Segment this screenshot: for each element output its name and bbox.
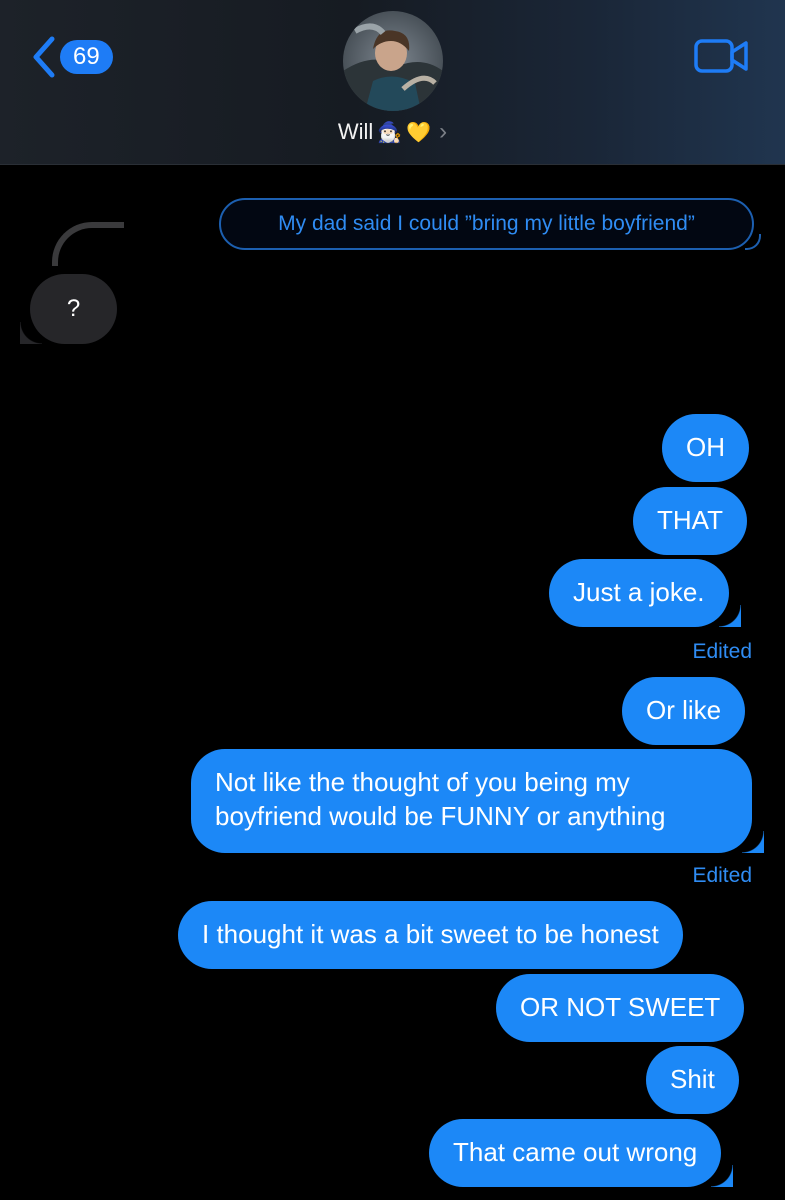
message-text: I thought it was a bit sweet to be hones…: [202, 919, 659, 949]
sent-message[interactable]: Or like: [622, 677, 746, 745]
chevron-right-icon: ›: [439, 118, 448, 145]
conversation-header: 69 Will 🧙🏻‍♂️ �: [0, 0, 785, 165]
contact-name-button[interactable]: Will 🧙🏻‍♂️ 💛 ›: [0, 118, 785, 146]
sent-message[interactable]: Not like the thought of you being my boy…: [191, 749, 764, 853]
messages-screen: 69 Will 🧙🏻‍♂️ �: [0, 0, 785, 1200]
contact-avatar[interactable]: [343, 11, 443, 111]
received-message[interactable]: ?: [20, 274, 117, 344]
edited-label: Edited: [692, 640, 752, 663]
sent-message[interactable]: Shit: [646, 1046, 739, 1114]
yellow-heart-emoji: 💛: [406, 121, 432, 144]
message-text: Not like the thought of you being my boy…: [215, 767, 666, 831]
sent-message[interactable]: OH: [662, 414, 749, 482]
sent-message[interactable]: I thought it was a bit sweet to be hones…: [178, 901, 683, 969]
sent-message[interactable]: Just a joke.: [549, 559, 741, 627]
message-text: That came out wrong: [453, 1137, 698, 1167]
video-camera-icon: [694, 39, 748, 73]
facetime-video-button[interactable]: [694, 38, 750, 79]
unread-count-badge: 69: [60, 40, 113, 74]
reply-thread-line: [52, 222, 124, 266]
sent-message[interactable]: THAT: [633, 487, 747, 555]
message-text: Shit: [670, 1064, 715, 1094]
quoted-message[interactable]: My dad said I could ”bring my little boy…: [219, 198, 761, 250]
sent-message[interactable]: OR NOT SWEET: [496, 974, 745, 1042]
contact-name: Will: [337, 119, 374, 144]
quoted-message-text: My dad said I could ”bring my little boy…: [278, 212, 695, 235]
avatar-photo: [343, 11, 443, 111]
received-message-text: ?: [66, 295, 81, 322]
message-text: THAT: [657, 505, 723, 535]
back-button[interactable]: 69: [30, 34, 113, 80]
chevron-left-icon: [33, 36, 55, 78]
message-text: OR NOT SWEET: [520, 992, 721, 1022]
wizard-emoji: 🧙🏻‍♂️: [377, 121, 403, 144]
message-text: Just a joke.: [573, 577, 705, 607]
edited-label: Edited: [692, 864, 752, 887]
message-text: OH: [686, 432, 725, 462]
message-text: Or like: [646, 695, 722, 725]
sent-message[interactable]: That came out wrong: [429, 1119, 734, 1187]
